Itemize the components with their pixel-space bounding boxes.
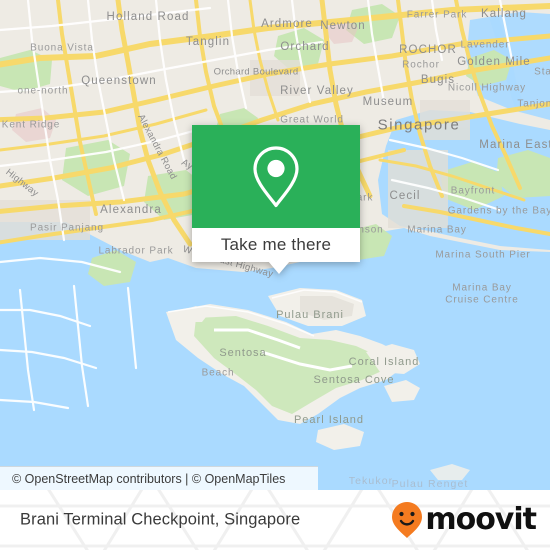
popup-footer[interactable]: Take me there (192, 228, 360, 262)
map-pin-icon (253, 145, 299, 207)
popup-header (192, 125, 360, 228)
moovit-logo[interactable]: moovit (391, 501, 537, 539)
take-me-there-button[interactable]: Take me there (221, 235, 331, 255)
moovit-wordmark: moovit (425, 502, 537, 537)
location-popup-card[interactable]: Take me there (192, 125, 360, 274)
map-canvas[interactable]: Holland Road Tanglin Ardmore Newton Farrer P… (0, 0, 550, 490)
page-title: Brani Terminal Checkpoint, Singapore (20, 510, 301, 529)
moovit-map-screenshot: Holland Road Tanglin Ardmore Newton Farrer P… (0, 0, 550, 550)
attribution-text: © OpenStreetMap contributors | © OpenMap… (12, 471, 286, 486)
moovit-smiley-pin-icon (392, 502, 423, 538)
bottom-info-bar: Brani Terminal Checkpoint, Singapore moo… (0, 490, 550, 550)
map-attribution-bar[interactable]: © OpenStreetMap contributors | © OpenMap… (0, 466, 318, 490)
popup-pointer (268, 261, 290, 274)
